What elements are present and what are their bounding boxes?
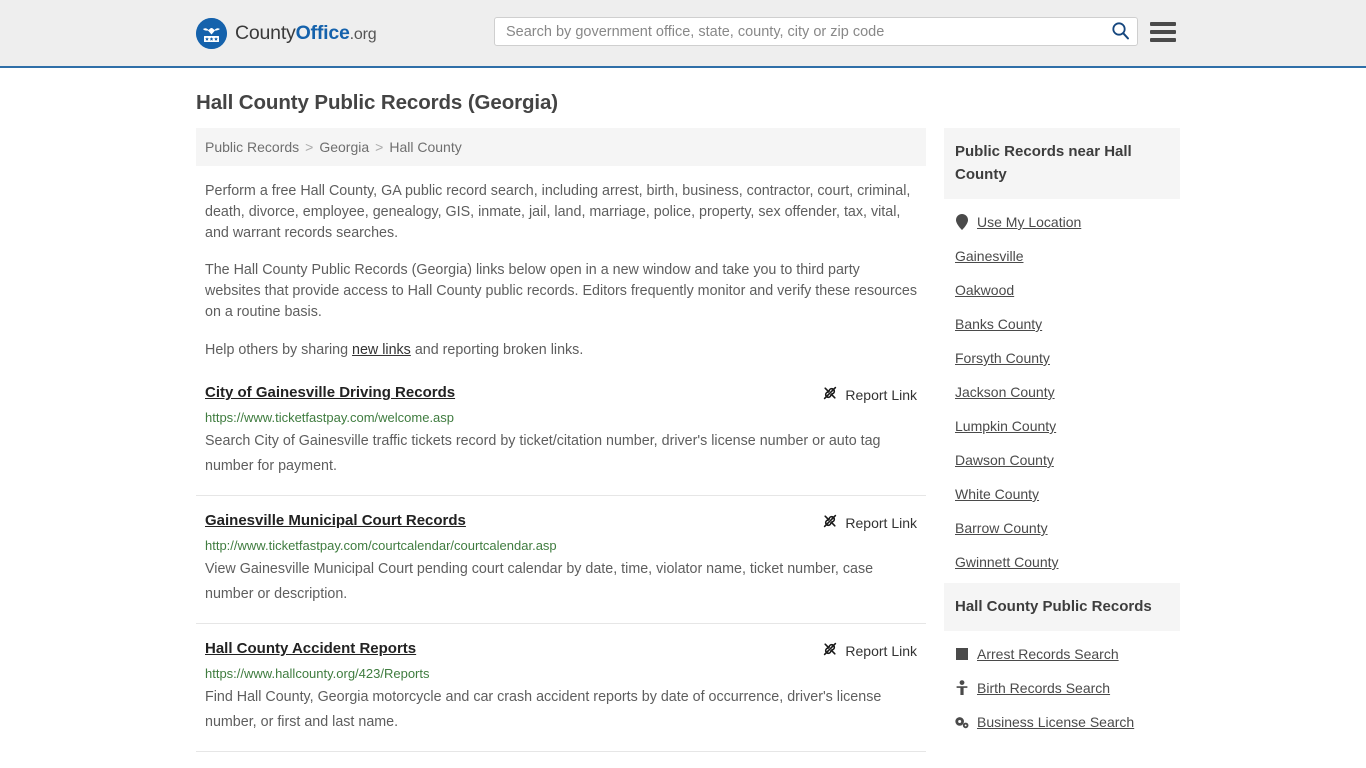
- sidebar-list-item[interactable]: Use My Location: [944, 205, 1180, 239]
- intro-paragraph-1: Perform a free Hall County, GA public re…: [205, 183, 911, 241]
- report-link-button[interactable]: Report Link: [822, 513, 917, 532]
- sidebar-link[interactable]: Gainesville: [955, 248, 1023, 264]
- main-column: Public Records > Georgia > Hall County P…: [196, 128, 926, 768]
- sidebar-list-item[interactable]: Jackson County: [944, 375, 1180, 409]
- result-item: City of Gainesville Driving Records Repor…: [196, 384, 926, 496]
- sidebar: Public Records near Hall County Use My L…: [944, 128, 1180, 743]
- sidebar-link[interactable]: Use My Location: [977, 214, 1081, 230]
- result-url[interactable]: http://www.ticketfastpay.com/courtcalend…: [205, 538, 917, 554]
- nearby-records-list: Use My Location Gainesville Oakwood Banks C…: [944, 199, 1180, 579]
- report-link-button[interactable]: Report Link: [822, 641, 917, 660]
- county-records-list: Arrest Records Search Birth Records Searc…: [944, 631, 1180, 739]
- breadcrumb: Public Records > Georgia > Hall County: [196, 128, 926, 166]
- search-button[interactable]: [1103, 18, 1137, 45]
- result-url[interactable]: https://www.hallcounty.org/423/Reports: [205, 666, 917, 682]
- map-pin-icon: [955, 214, 969, 230]
- gears-icon: [955, 716, 969, 729]
- hamburger-menu-button[interactable]: [1149, 18, 1177, 46]
- nearby-records-card: Public Records near Hall County Use My L…: [944, 128, 1180, 579]
- intro-paragraph-2: The Hall County Public Records (Georgia)…: [205, 262, 918, 320]
- report-link-label: Report Link: [845, 514, 917, 531]
- hamburger-bar-2: [1150, 30, 1176, 34]
- handcuffs-icon: [955, 648, 969, 660]
- result-description: Find Hall County, Georgia motorcycle and…: [205, 689, 882, 730]
- new-links-link[interactable]: new links: [352, 342, 411, 358]
- sidebar-link[interactable]: Dawson County: [955, 452, 1054, 468]
- broken-link-icon: [822, 641, 838, 660]
- county-office-emblem-icon: [196, 18, 227, 49]
- site-header: CountyOffice.org: [0, 0, 1366, 68]
- search-icon: [1111, 21, 1130, 43]
- sidebar-list-item[interactable]: Arrest Records Search: [944, 637, 1180, 671]
- share-text-after: and reporting broken links.: [410, 342, 584, 358]
- nearby-records-heading: Public Records near Hall County: [944, 128, 1180, 199]
- baby-icon: [955, 680, 969, 696]
- result-title-link[interactable]: City of Gainesville Driving Records: [205, 384, 455, 402]
- hamburger-bar-3: [1150, 38, 1176, 42]
- report-link-button[interactable]: Report Link: [822, 385, 917, 404]
- breadcrumb-separator-2: >: [375, 139, 384, 155]
- result-item: Hall County Accident Reports Report Link h…: [196, 640, 926, 752]
- result-title-link[interactable]: Gainesville Municipal Court Records: [205, 512, 466, 530]
- sidebar-link[interactable]: Lumpkin County: [955, 418, 1056, 434]
- report-link-label: Report Link: [845, 386, 917, 403]
- sidebar-link[interactable]: Business License Search: [977, 714, 1134, 730]
- sidebar-list-item[interactable]: Gainesville: [944, 239, 1180, 273]
- sidebar-link[interactable]: Forsyth County: [955, 350, 1050, 366]
- page-title: Hall County Public Records (Georgia): [196, 91, 559, 114]
- sidebar-list-item[interactable]: Gwinnett County: [944, 545, 1180, 579]
- sidebar-list-item[interactable]: Birth Records Search: [944, 671, 1180, 705]
- broken-link-icon: [822, 513, 838, 532]
- sidebar-list-item[interactable]: White County: [944, 477, 1180, 511]
- sidebar-link[interactable]: White County: [955, 486, 1039, 502]
- sidebar-list-item[interactable]: Dawson County: [944, 443, 1180, 477]
- logo-text-county: County: [235, 21, 296, 44]
- result-title-link[interactable]: Hall County Accident Reports: [205, 640, 416, 658]
- sidebar-list-item[interactable]: Forsyth County: [944, 341, 1180, 375]
- result-header: Hall County Accident Reports Report Link: [205, 640, 917, 660]
- sidebar-link[interactable]: Gwinnett County: [955, 554, 1059, 570]
- county-records-card: Hall County Public Records Arrest Record…: [944, 583, 1180, 739]
- sidebar-list-item[interactable]: Oakwood: [944, 273, 1180, 307]
- sidebar-link[interactable]: Barrow County: [955, 520, 1048, 536]
- breadcrumb-item-public-records[interactable]: Public Records: [205, 139, 299, 155]
- site-logo[interactable]: CountyOffice.org: [196, 18, 377, 49]
- breadcrumb-item-georgia[interactable]: Georgia: [319, 139, 369, 155]
- sidebar-link[interactable]: Banks County: [955, 316, 1042, 332]
- result-url[interactable]: https://www.ticketfastpay.com/welcome.as…: [205, 410, 917, 426]
- logo-text-office: Office: [295, 21, 350, 44]
- site-logo-text: CountyOffice.org: [235, 21, 377, 44]
- search-input[interactable]: [495, 18, 1103, 45]
- page-container: Hall County Public Records (Georgia) Pub…: [0, 91, 1366, 768]
- sidebar-list-item[interactable]: Lumpkin County: [944, 409, 1180, 443]
- result-description: View Gainesville Municipal Court pending…: [205, 561, 874, 602]
- sidebar-list-item[interactable]: Banks County: [944, 307, 1180, 341]
- result-item: Gainesville Municipal Court Records Repor…: [196, 512, 926, 624]
- sidebar-link[interactable]: Jackson County: [955, 384, 1055, 400]
- sidebar-link[interactable]: Oakwood: [955, 282, 1014, 298]
- result-header: Gainesville Municipal Court Records Repor…: [205, 512, 917, 532]
- hamburger-bar-1: [1150, 22, 1176, 26]
- sidebar-list-item[interactable]: Business License Search: [944, 705, 1180, 739]
- breadcrumb-separator-1: >: [305, 139, 314, 155]
- share-text-before: Help others by sharing: [205, 342, 353, 358]
- content-columns: Public Records > Georgia > Hall County P…: [196, 128, 1180, 768]
- sidebar-link[interactable]: Arrest Records Search: [977, 646, 1119, 662]
- sidebar-link[interactable]: Birth Records Search: [977, 680, 1110, 696]
- report-link-label: Report Link: [845, 642, 917, 659]
- intro-paragraph-3: Help others by sharing new links and rep…: [205, 340, 919, 361]
- logo-text-org: .org: [349, 25, 377, 43]
- result-description: Search City of Gainesville traffic ticke…: [205, 433, 881, 474]
- result-header: City of Gainesville Driving Records Repor…: [205, 384, 917, 404]
- sidebar-list-item[interactable]: Barrow County: [944, 511, 1180, 545]
- results-list: City of Gainesville Driving Records Repor…: [196, 384, 926, 768]
- county-records-heading: Hall County Public Records: [944, 583, 1180, 631]
- broken-link-icon: [822, 385, 838, 404]
- search-bar[interactable]: [494, 17, 1138, 46]
- breadcrumb-item-hall-county[interactable]: Hall County: [389, 139, 461, 155]
